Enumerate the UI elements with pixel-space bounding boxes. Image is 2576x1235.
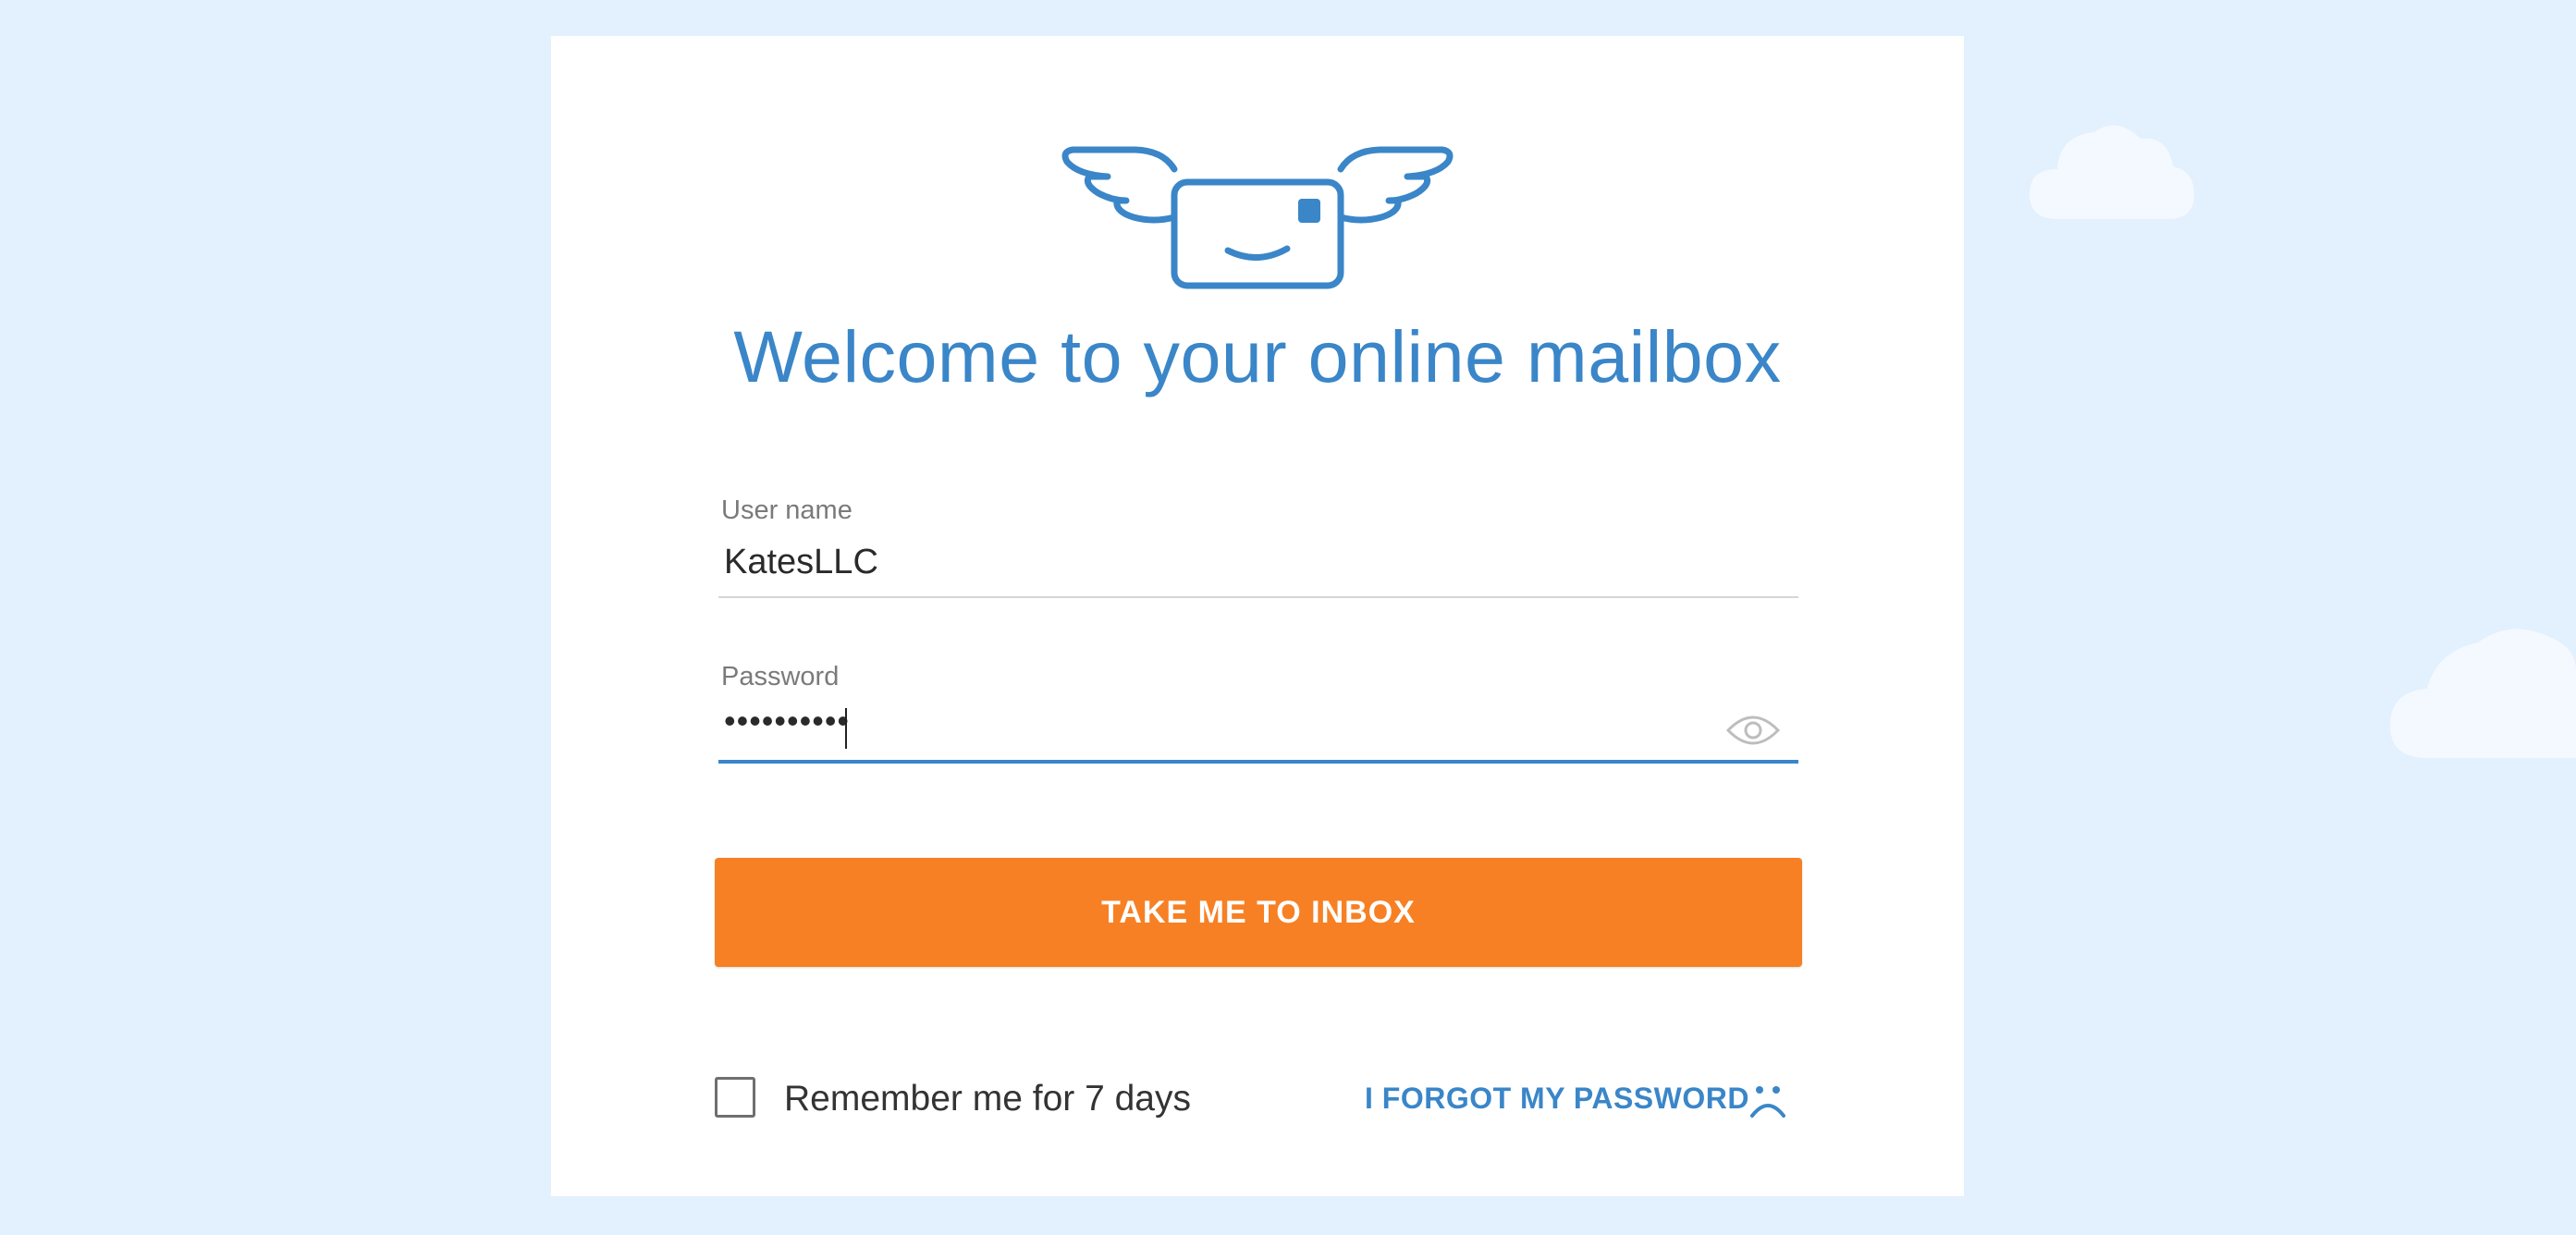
login-card: Welcome to your online mailbox User name…	[551, 36, 1964, 1196]
remember-me-label[interactable]: Remember me for 7 days	[784, 1079, 1191, 1119]
remember-me-checkbox[interactable]	[715, 1077, 755, 1118]
username-input[interactable]: KatesLLC	[724, 543, 878, 582]
password-label: Password	[721, 662, 840, 691]
username-underline	[718, 596, 1798, 598]
text-caret	[845, 708, 847, 749]
username-label: User name	[721, 495, 853, 525]
winged-envelope-logo-icon	[1061, 108, 1454, 293]
cloud-decoration-icon	[2390, 619, 2576, 758]
password-input[interactable]: ••••••••••	[724, 702, 850, 740]
password-underline	[718, 760, 1798, 764]
sad-face-icon[interactable]	[1748, 1082, 1788, 1119]
forgot-password-link[interactable]: I FORGOT MY PASSWORD	[1365, 1082, 1749, 1116]
cloud-decoration-icon	[2030, 116, 2194, 219]
eye-icon[interactable]	[1725, 710, 1781, 751]
take-me-to-inbox-button[interactable]: TAKE ME TO INBOX	[715, 858, 1802, 967]
page-title: Welcome to your online mailbox	[733, 315, 1782, 397]
